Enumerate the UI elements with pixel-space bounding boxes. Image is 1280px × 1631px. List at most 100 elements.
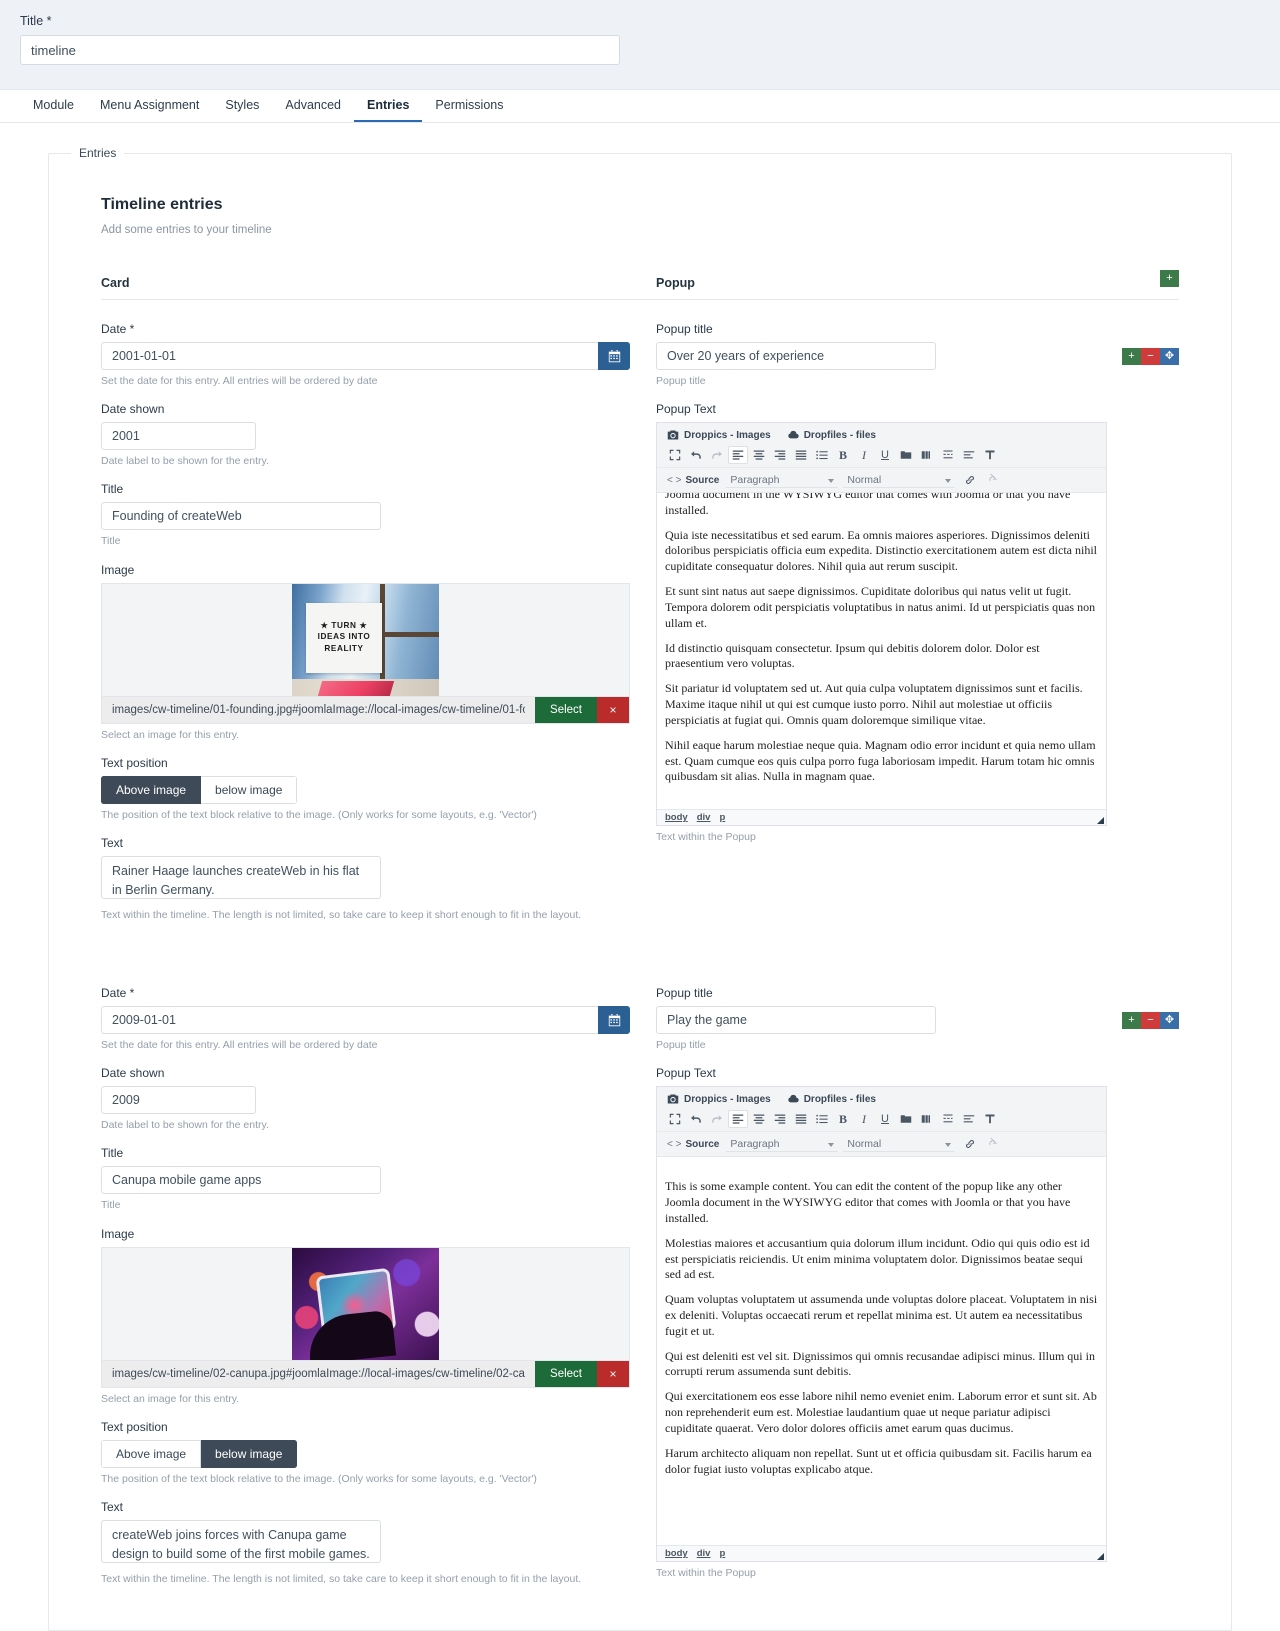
- underline-icon[interactable]: U: [875, 446, 895, 464]
- align-left-icon[interactable]: [728, 446, 748, 465]
- align-right-icon[interactable]: [770, 446, 790, 464]
- align-center-icon[interactable]: [749, 446, 769, 464]
- bold-icon[interactable]: B: [833, 446, 853, 464]
- align-justify-icon[interactable]: [791, 1110, 811, 1128]
- tab-module[interactable]: Module: [20, 90, 87, 122]
- title-input[interactable]: [20, 35, 620, 65]
- date-shown-input[interactable]: [101, 422, 256, 451]
- status-path-div[interactable]: div: [697, 812, 711, 823]
- text-position-above-option[interactable]: Above image: [101, 1439, 202, 1468]
- align-justify-icon[interactable]: [791, 446, 811, 464]
- entry-add-button[interactable]: +: [1122, 348, 1141, 365]
- date-field: Date * Set the date for this entry. All …: [101, 322, 656, 388]
- indent-icon[interactable]: [959, 446, 979, 464]
- undo-icon[interactable]: [686, 446, 706, 464]
- droppics-images-button[interactable]: Droppics - Images: [667, 1093, 771, 1105]
- add-entry-button[interactable]: +: [1160, 270, 1179, 287]
- redo-icon[interactable]: [707, 1110, 727, 1128]
- page-break-icon[interactable]: [938, 446, 958, 464]
- bullet-list-icon[interactable]: [812, 446, 832, 464]
- dropfiles-files-button[interactable]: Dropfiles - files: [787, 1093, 876, 1105]
- undo-icon[interactable]: [686, 1110, 706, 1128]
- tab-menu-assignment[interactable]: Menu Assignment: [87, 90, 212, 122]
- entry-title-input[interactable]: [101, 1166, 381, 1195]
- image-clear-button[interactable]: ×: [597, 1360, 629, 1387]
- date-input[interactable]: [101, 342, 598, 370]
- entry-remove-button[interactable]: −: [1141, 1012, 1160, 1030]
- status-path-p[interactable]: p: [719, 1548, 725, 1559]
- text-position-below-option[interactable]: below image: [201, 1439, 298, 1468]
- align-right-icon[interactable]: [770, 1110, 790, 1128]
- popup-title-input[interactable]: [656, 342, 936, 370]
- entry-move-handle[interactable]: ✥: [1160, 1012, 1179, 1030]
- italic-icon[interactable]: I: [854, 1110, 874, 1128]
- bold-icon[interactable]: B: [833, 1110, 853, 1128]
- entry-add-button[interactable]: +: [1122, 1012, 1141, 1030]
- image-insert-icon[interactable]: [896, 446, 916, 464]
- text-position-below-option[interactable]: below image: [201, 775, 298, 804]
- image-clear-button[interactable]: ×: [597, 696, 629, 723]
- editor-content-area[interactable]: This is some example content. You can ed…: [657, 1157, 1106, 1545]
- add-entry-button-group: +: [1160, 268, 1179, 287]
- entry-remove-button[interactable]: −: [1141, 348, 1160, 365]
- text-color-icon[interactable]: [980, 1110, 1000, 1128]
- link-icon[interactable]: [960, 1135, 980, 1153]
- status-path-div[interactable]: div: [697, 1548, 711, 1559]
- calendar-icon-button[interactable]: [598, 1006, 630, 1035]
- redo-icon[interactable]: [707, 446, 727, 464]
- fullscreen-icon[interactable]: [665, 1110, 685, 1128]
- indent-icon[interactable]: [959, 1110, 979, 1128]
- entry-title-input[interactable]: [101, 502, 381, 531]
- image-path-input[interactable]: [102, 1360, 536, 1387]
- underline-icon[interactable]: U: [875, 1110, 895, 1128]
- dropfiles-files-button[interactable]: Dropfiles - files: [787, 429, 876, 441]
- image-select-button[interactable]: Select: [535, 696, 597, 723]
- text-position-above-option[interactable]: Above image: [101, 775, 202, 804]
- image-path-input[interactable]: [102, 696, 536, 723]
- align-left-icon[interactable]: [728, 1110, 748, 1129]
- status-path-body[interactable]: body: [665, 1548, 688, 1559]
- italic-icon[interactable]: I: [854, 446, 874, 464]
- table-icon[interactable]: [917, 446, 937, 464]
- format-select[interactable]: Paragraph: [726, 1136, 839, 1153]
- style-select[interactable]: Normal: [843, 472, 956, 489]
- entry-text-textarea[interactable]: createWeb joins forces with Canupa game …: [101, 1519, 381, 1563]
- tab-styles[interactable]: Styles: [212, 90, 272, 122]
- calendar-icon-button[interactable]: [598, 342, 630, 370]
- entry-move-handle[interactable]: ✥: [1160, 348, 1179, 365]
- tab-advanced[interactable]: Advanced: [272, 90, 354, 122]
- editor-resize-grip[interactable]: [1097, 1553, 1104, 1561]
- entry-text-textarea[interactable]: Rainer Haage launches createWeb in his f…: [101, 855, 381, 899]
- page-break-icon[interactable]: [938, 1110, 958, 1128]
- unlink-icon[interactable]: [981, 471, 1001, 489]
- style-select[interactable]: Normal: [843, 1136, 956, 1153]
- date-shown-input[interactable]: [101, 1086, 256, 1115]
- source-label: Source: [685, 1138, 720, 1150]
- align-center-icon[interactable]: [749, 1110, 769, 1128]
- image-insert-icon[interactable]: [896, 1110, 916, 1128]
- image-select-button[interactable]: Select: [535, 1360, 597, 1387]
- table-icon[interactable]: [917, 1110, 937, 1128]
- link-icon[interactable]: [960, 471, 980, 489]
- editor-resize-grip[interactable]: [1097, 817, 1104, 825]
- popup-title-help: Popup title: [656, 375, 706, 387]
- droppics-images-button[interactable]: Droppics - Images: [667, 429, 771, 441]
- date-shown-label: Date shown: [101, 402, 165, 417]
- fullscreen-icon[interactable]: [665, 446, 685, 464]
- editor-content-area[interactable]: This is some example content. You can ed…: [657, 493, 1106, 809]
- date-input[interactable]: [101, 1006, 598, 1035]
- bullet-list-icon[interactable]: [812, 1110, 832, 1128]
- source-code-button[interactable]: < > Source: [665, 1139, 725, 1150]
- tab-permissions[interactable]: Permissions: [422, 90, 516, 122]
- popup-title-input[interactable]: [656, 1006, 936, 1035]
- unlink-icon[interactable]: [981, 1135, 1001, 1153]
- source-code-button[interactable]: < > Source: [665, 475, 725, 486]
- format-select[interactable]: Paragraph: [726, 472, 839, 489]
- status-path-p[interactable]: p: [719, 812, 725, 823]
- status-path-body[interactable]: body: [665, 812, 688, 823]
- text-color-icon[interactable]: [980, 446, 1000, 464]
- editor-paragraph: Molestias maiores et accusantium quia do…: [665, 1235, 1090, 1282]
- section-description: Add some entries to your timeline: [101, 224, 272, 236]
- tab-entries[interactable]: Entries: [354, 90, 423, 122]
- calendar-icon: [608, 349, 620, 362]
